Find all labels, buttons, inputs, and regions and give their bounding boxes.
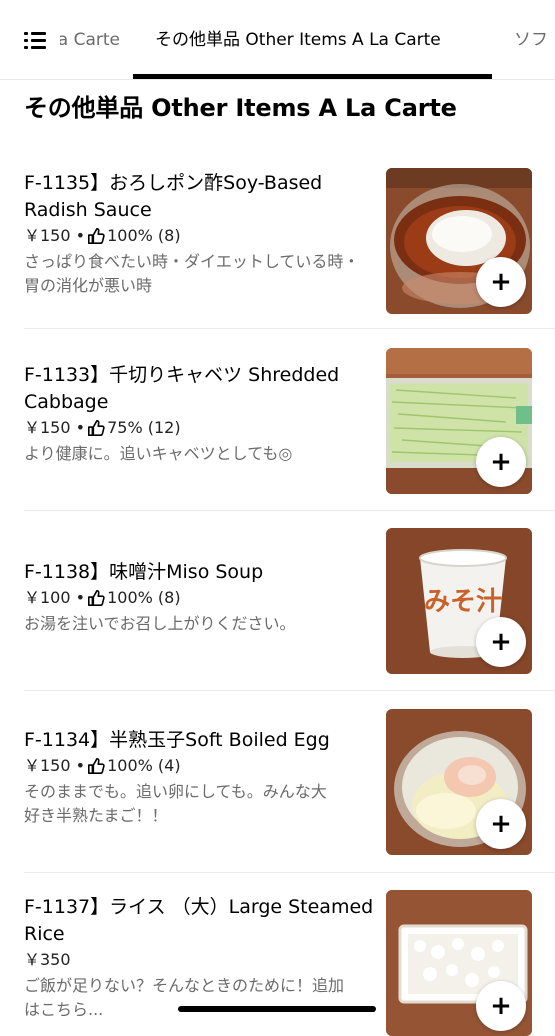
menu-item-name: F-1137】ライス （大）Large Steamed Rice — [24, 896, 374, 945]
menu-item-description: お湯を注いでお召し上がりください。 — [24, 614, 296, 633]
separator-dot: • — [70, 756, 86, 775]
menu-item-rating: 75% (12) — [107, 418, 181, 437]
menu-item-meta: ￥150 • 100% (4) — [24, 754, 374, 778]
menu-item-description: ご飯が足りない？そんなときのために！追加はこちら... — [24, 976, 345, 1019]
menu-item-name: F-1138】味噌汁Miso Soup — [24, 561, 264, 583]
plus-icon: + — [490, 627, 512, 657]
category-tab-bar: a La Carte その他単品 Other Items A La Carte … — [0, 0, 555, 80]
separator-dot: • — [70, 418, 86, 437]
item-divider — [24, 510, 555, 511]
add-to-cart-button[interactable]: + — [476, 257, 526, 307]
menu-item-price: ￥150 — [24, 418, 71, 437]
item-divider — [24, 872, 555, 873]
menu-item-price: ￥150 — [24, 226, 71, 245]
plus-icon: + — [490, 809, 512, 839]
item-divider — [24, 328, 555, 329]
menu-item-meta: ￥100 • 100% (8) — [24, 586, 374, 610]
thumbs-up-icon — [88, 419, 105, 437]
item-divider — [24, 690, 555, 691]
menu-item-price: ￥150 — [24, 756, 71, 775]
tab-a-la-carte[interactable]: a La Carte — [60, 28, 120, 52]
menu-item-price: ￥100 — [24, 588, 71, 607]
menu-item-name: F-1134】半熟玉子Soft Boiled Egg — [24, 729, 330, 751]
plus-icon: + — [490, 267, 512, 297]
add-to-cart-button[interactable]: + — [476, 617, 526, 667]
menu-item-description: さっぱり食べたい時・ダイエットしている時・胃の消化が悪い時 — [24, 252, 360, 295]
thumbs-up-icon — [88, 227, 105, 245]
menu-item-rating: 100% (8) — [107, 226, 181, 245]
plus-icon: + — [490, 991, 512, 1021]
menu-item-text: F-1135】おろしポン酢Soy-Based Radish Sauce ￥150… — [24, 170, 374, 298]
menu-item-price: ￥350 — [24, 950, 71, 969]
menu-item-description: そのままでも。追い卵にしても。みんな大好き半熟たまご！！ — [24, 782, 327, 825]
menu-item-text: F-1134】半熟玉子Soft Boiled Egg ￥150 • 100% (… — [24, 727, 374, 828]
menu-item-description: より健康に。追いキャベツとしても◎ — [24, 444, 293, 463]
thumbs-up-icon — [88, 589, 105, 607]
menu-item-rating: 100% (4) — [107, 756, 181, 775]
separator-dot: • — [70, 588, 86, 607]
svg-text:みそ汁: みそ汁 — [424, 587, 502, 617]
menu-item-text: F-1138】味噌汁Miso Soup ￥100 • 100% (8) お湯を注… — [24, 559, 374, 636]
tab-other-items[interactable]: その他単品 Other Items A La Carte — [155, 28, 441, 52]
menu-item-name: F-1133】千切りキャベツ Shredded Cabbage — [24, 364, 340, 413]
menu-item-meta: ￥350 — [24, 948, 374, 972]
tab-a-la-carte-label: a La Carte — [60, 30, 120, 50]
home-indicator — [178, 1006, 376, 1012]
tab-soft-drinks[interactable]: ソフ — [514, 28, 548, 52]
section-title: その他単品 Other Items A La Carte — [24, 94, 457, 122]
menu-item-text: F-1133】千切りキャベツ Shredded Cabbage ￥150 • 7… — [24, 362, 374, 466]
tab-bar-divider — [0, 79, 555, 80]
menu-item-meta: ￥150 • 75% (12) — [24, 416, 374, 440]
thumbs-up-icon — [88, 757, 105, 775]
separator-dot: • — [70, 226, 86, 245]
menu-item-name: F-1135】おろしポン酢Soy-Based Radish Sauce — [24, 172, 323, 221]
add-to-cart-button[interactable]: + — [476, 437, 526, 487]
menu-item-text: F-1137】ライス （大）Large Steamed Rice ￥350 ご飯… — [24, 894, 374, 1022]
menu-item-rating: 100% (8) — [107, 588, 181, 607]
plus-icon: + — [490, 447, 512, 477]
menu-list-icon[interactable] — [24, 32, 46, 50]
menu-item-meta: ￥150 • 100% (8) — [24, 224, 374, 248]
add-to-cart-button[interactable]: + — [476, 799, 526, 849]
